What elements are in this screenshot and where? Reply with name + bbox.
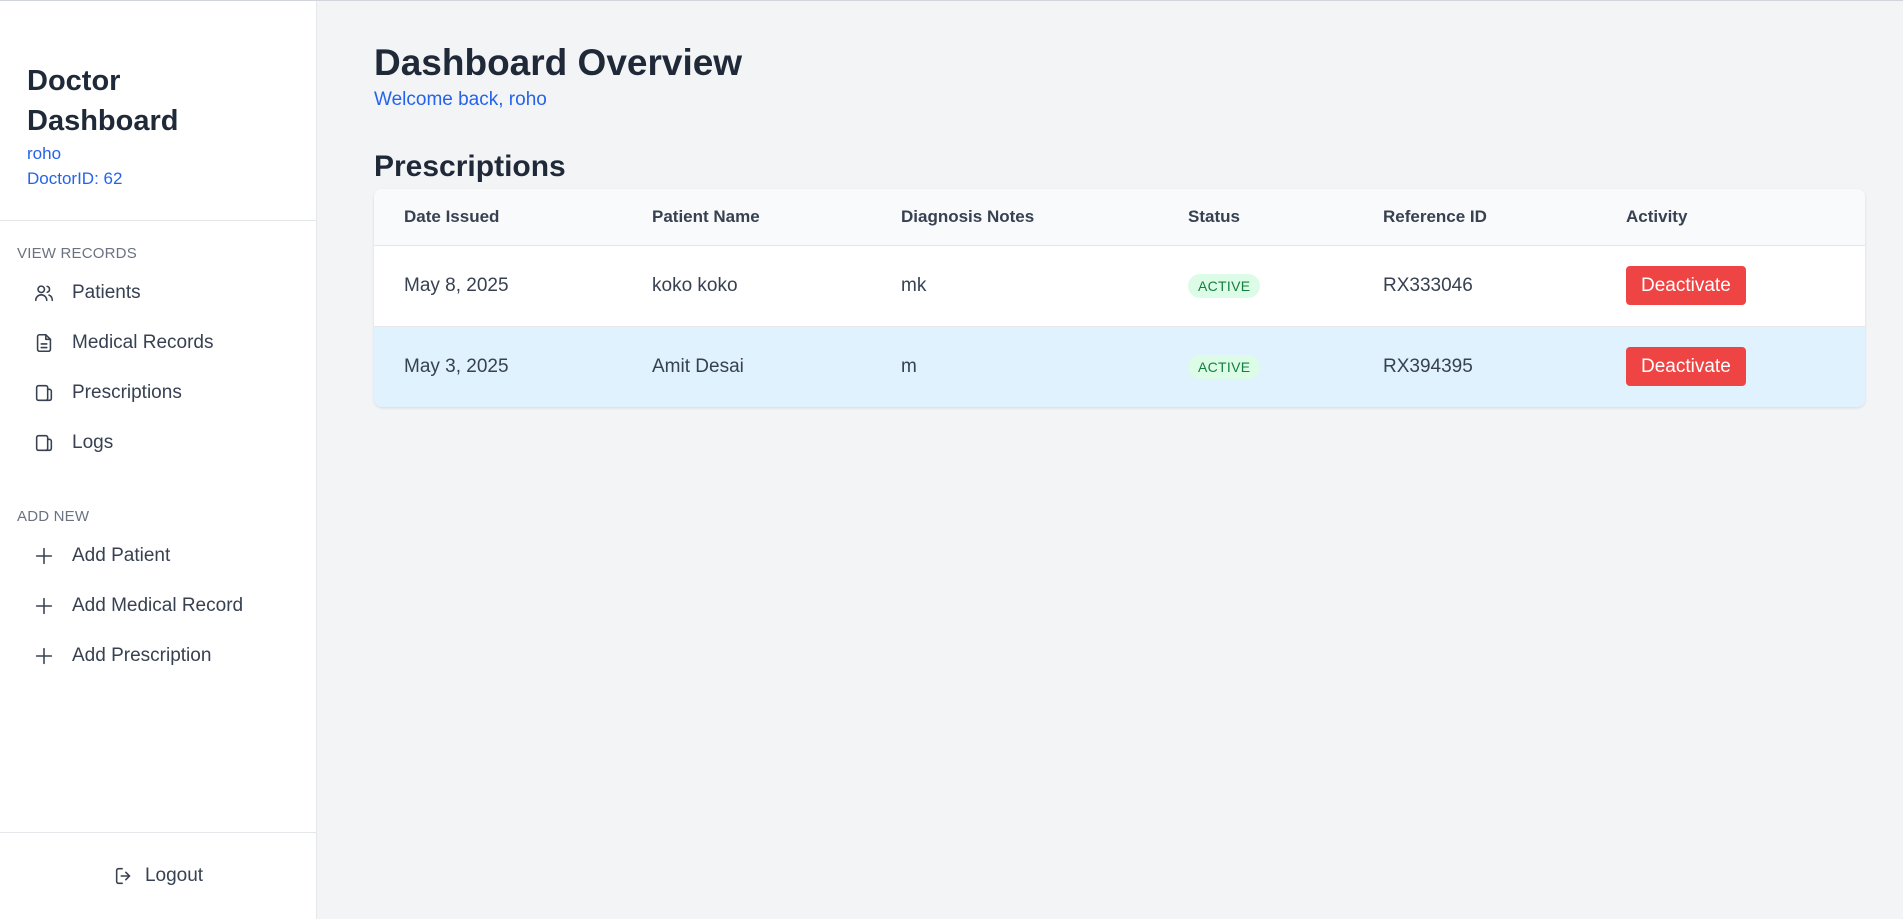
table-row: May 8, 2025 koko koko mk ACTIVE RX333046… <box>374 245 1865 326</box>
cell-notes: m <box>901 355 917 377</box>
sidebar-item-add-prescription[interactable]: Add Prescription <box>0 631 316 681</box>
doctor-id: DoctorID: 62 <box>27 169 123 188</box>
deactivate-button[interactable]: Deactivate <box>1626 347 1746 387</box>
plus-icon <box>32 594 56 618</box>
sidebar-item-medical-records[interactable]: Medical Records <box>0 318 316 368</box>
column-header-activity: Activity <box>1626 206 1688 226</box>
users-icon <box>32 281 56 305</box>
sidebar-item-label: Medical Records <box>72 332 214 353</box>
document-icon <box>32 331 56 355</box>
sidebar: Doctor Dashboard roho DoctorID: 62 VIEW … <box>0 1 317 919</box>
column-header-reference: Reference ID <box>1383 206 1487 226</box>
logout-section: Logout <box>0 832 316 919</box>
prescriptions-section-title: Prescriptions <box>374 150 566 183</box>
table-header-row: Date Issued Patient Name Diagnosis Notes… <box>374 189 1865 245</box>
copy-icon <box>32 431 56 455</box>
cell-status: ACTIVE <box>1158 326 1353 407</box>
sidebar-brand: Doctor Dashboard roho DoctorID: 62 <box>0 1 316 221</box>
sidebar-item-label: Add Prescription <box>72 645 212 666</box>
sidebar-item-patients[interactable]: Patients <box>0 268 316 318</box>
cell-patient: koko koko <box>652 274 738 296</box>
sidebar-item-prescriptions[interactable]: Prescriptions <box>0 368 316 418</box>
prescriptions-table: Date Issued Patient Name Diagnosis Notes… <box>374 189 1865 407</box>
deactivate-button[interactable]: Deactivate <box>1626 266 1746 305</box>
cell-activity: Deactivate <box>1596 326 1865 407</box>
view-records-label: VIEW RECORDS <box>17 245 137 262</box>
column-header-patient: Patient Name <box>652 206 760 226</box>
dashboard-title: Doctor Dashboard <box>27 65 179 137</box>
cell-reference: RX333046 <box>1383 274 1473 296</box>
logout-label: Logout <box>144 865 204 886</box>
table-row: May 3, 2025 Amit Desai m ACTIVE RX394395… <box>374 326 1865 407</box>
sidebar-item-logs[interactable]: Logs <box>0 418 316 468</box>
column-header-status: Status <box>1188 206 1240 226</box>
sidebar-item-add-patient[interactable]: Add Patient <box>0 531 316 581</box>
column-header-date: Date Issued <box>404 206 500 226</box>
welcome-message: Welcome back, roho <box>374 89 547 110</box>
column-header-notes: Diagnosis Notes <box>901 206 1035 226</box>
sidebar-item-label: Logs <box>72 432 114 453</box>
cell-status: ACTIVE <box>1158 245 1353 326</box>
plus-icon <box>32 544 56 568</box>
doctor-username: roho <box>27 144 62 163</box>
page-title: Dashboard Overview <box>374 42 743 83</box>
plus-icon <box>32 644 56 668</box>
cell-date: May 3, 2025 <box>404 355 509 377</box>
cell-patient: Amit Desai <box>652 355 744 377</box>
main-content: Dashboard Overview Welcome back, roho Pr… <box>374 1 1865 407</box>
add-new-label: ADD NEW <box>17 508 90 525</box>
cell-notes: mk <box>901 274 927 296</box>
prescriptions-table-card: Date Issued Patient Name Diagnosis Notes… <box>374 189 1865 407</box>
sidebar-item-label: Patients <box>72 282 141 303</box>
sidebar-item-label: Add Patient <box>72 545 171 566</box>
sidebar-item-label: Add Medical Record <box>72 595 244 616</box>
sidebar-item-label: Prescriptions <box>72 382 182 403</box>
cell-activity: Deactivate <box>1596 245 1865 326</box>
cell-date: May 8, 2025 <box>404 274 509 296</box>
logout-button[interactable]: Logout <box>113 865 203 887</box>
status-badge: ACTIVE <box>1188 354 1261 379</box>
sidebar-item-add-medical-record[interactable]: Add Medical Record <box>0 581 316 631</box>
copy-icon <box>32 381 56 405</box>
status-badge: ACTIVE <box>1188 273 1261 298</box>
cell-reference: RX394395 <box>1383 355 1473 377</box>
logout-icon <box>115 867 131 885</box>
